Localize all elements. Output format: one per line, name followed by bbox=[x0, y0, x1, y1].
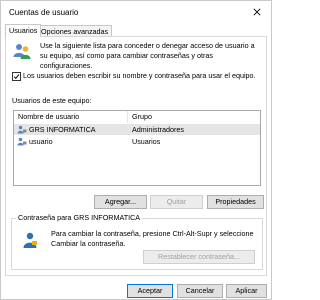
title-bar: Cuentas de usuario bbox=[1, 1, 271, 25]
users-icon bbox=[13, 44, 31, 59]
reset-password-button[interactable]: Restablecer contraseña... bbox=[143, 250, 255, 264]
password-instructions: Para cambiar la contraseña, presione Ctr… bbox=[51, 229, 254, 248]
window-title: Cuentas de usuario bbox=[9, 8, 79, 17]
require-password-checkbox[interactable] bbox=[12, 72, 21, 81]
list-header: Nombre de usuario Grupo bbox=[14, 111, 260, 123]
user-icon bbox=[17, 125, 27, 134]
table-row[interactable]: GRS INFORMATICA Administradores bbox=[14, 124, 260, 135]
column-header-group[interactable]: Grupo bbox=[128, 111, 260, 123]
user-icon bbox=[17, 137, 27, 146]
properties-button[interactable]: Propiedades bbox=[207, 195, 264, 209]
row-username: usuario bbox=[29, 137, 53, 146]
checkmark-icon bbox=[13, 74, 20, 80]
row-username: GRS INFORMATICA bbox=[29, 125, 96, 134]
password-section-title: Contraseña para GRS INFORMATICA bbox=[16, 213, 143, 222]
close-button[interactable] bbox=[243, 1, 271, 23]
row-group: Administradores bbox=[132, 125, 184, 134]
add-user-button[interactable]: Agregar... bbox=[94, 195, 147, 209]
cancel-button[interactable]: Cancelar bbox=[177, 284, 223, 298]
column-header-username[interactable]: Nombre de usuario bbox=[14, 111, 128, 123]
tab-users[interactable]: Usuarios bbox=[5, 24, 42, 37]
ok-button[interactable]: Aceptar bbox=[127, 284, 173, 298]
close-icon bbox=[253, 8, 261, 16]
users-list[interactable]: Nombre de usuario Grupo GRS INFORMATICA … bbox=[13, 110, 261, 186]
person-icon bbox=[23, 232, 37, 248]
table-row[interactable]: usuario Usuarios bbox=[14, 136, 260, 147]
remove-user-button[interactable]: Quitar bbox=[150, 195, 203, 209]
row-group: Usuarios bbox=[132, 137, 161, 146]
require-password-label: Los usuarios deben escribir su nombre y … bbox=[23, 71, 256, 80]
intro-text: Use la siguiente lista para conceder o d… bbox=[40, 41, 255, 70]
apply-button[interactable]: Aplicar bbox=[226, 284, 267, 298]
users-section-label: Usuarios de este equipo: bbox=[12, 96, 92, 105]
